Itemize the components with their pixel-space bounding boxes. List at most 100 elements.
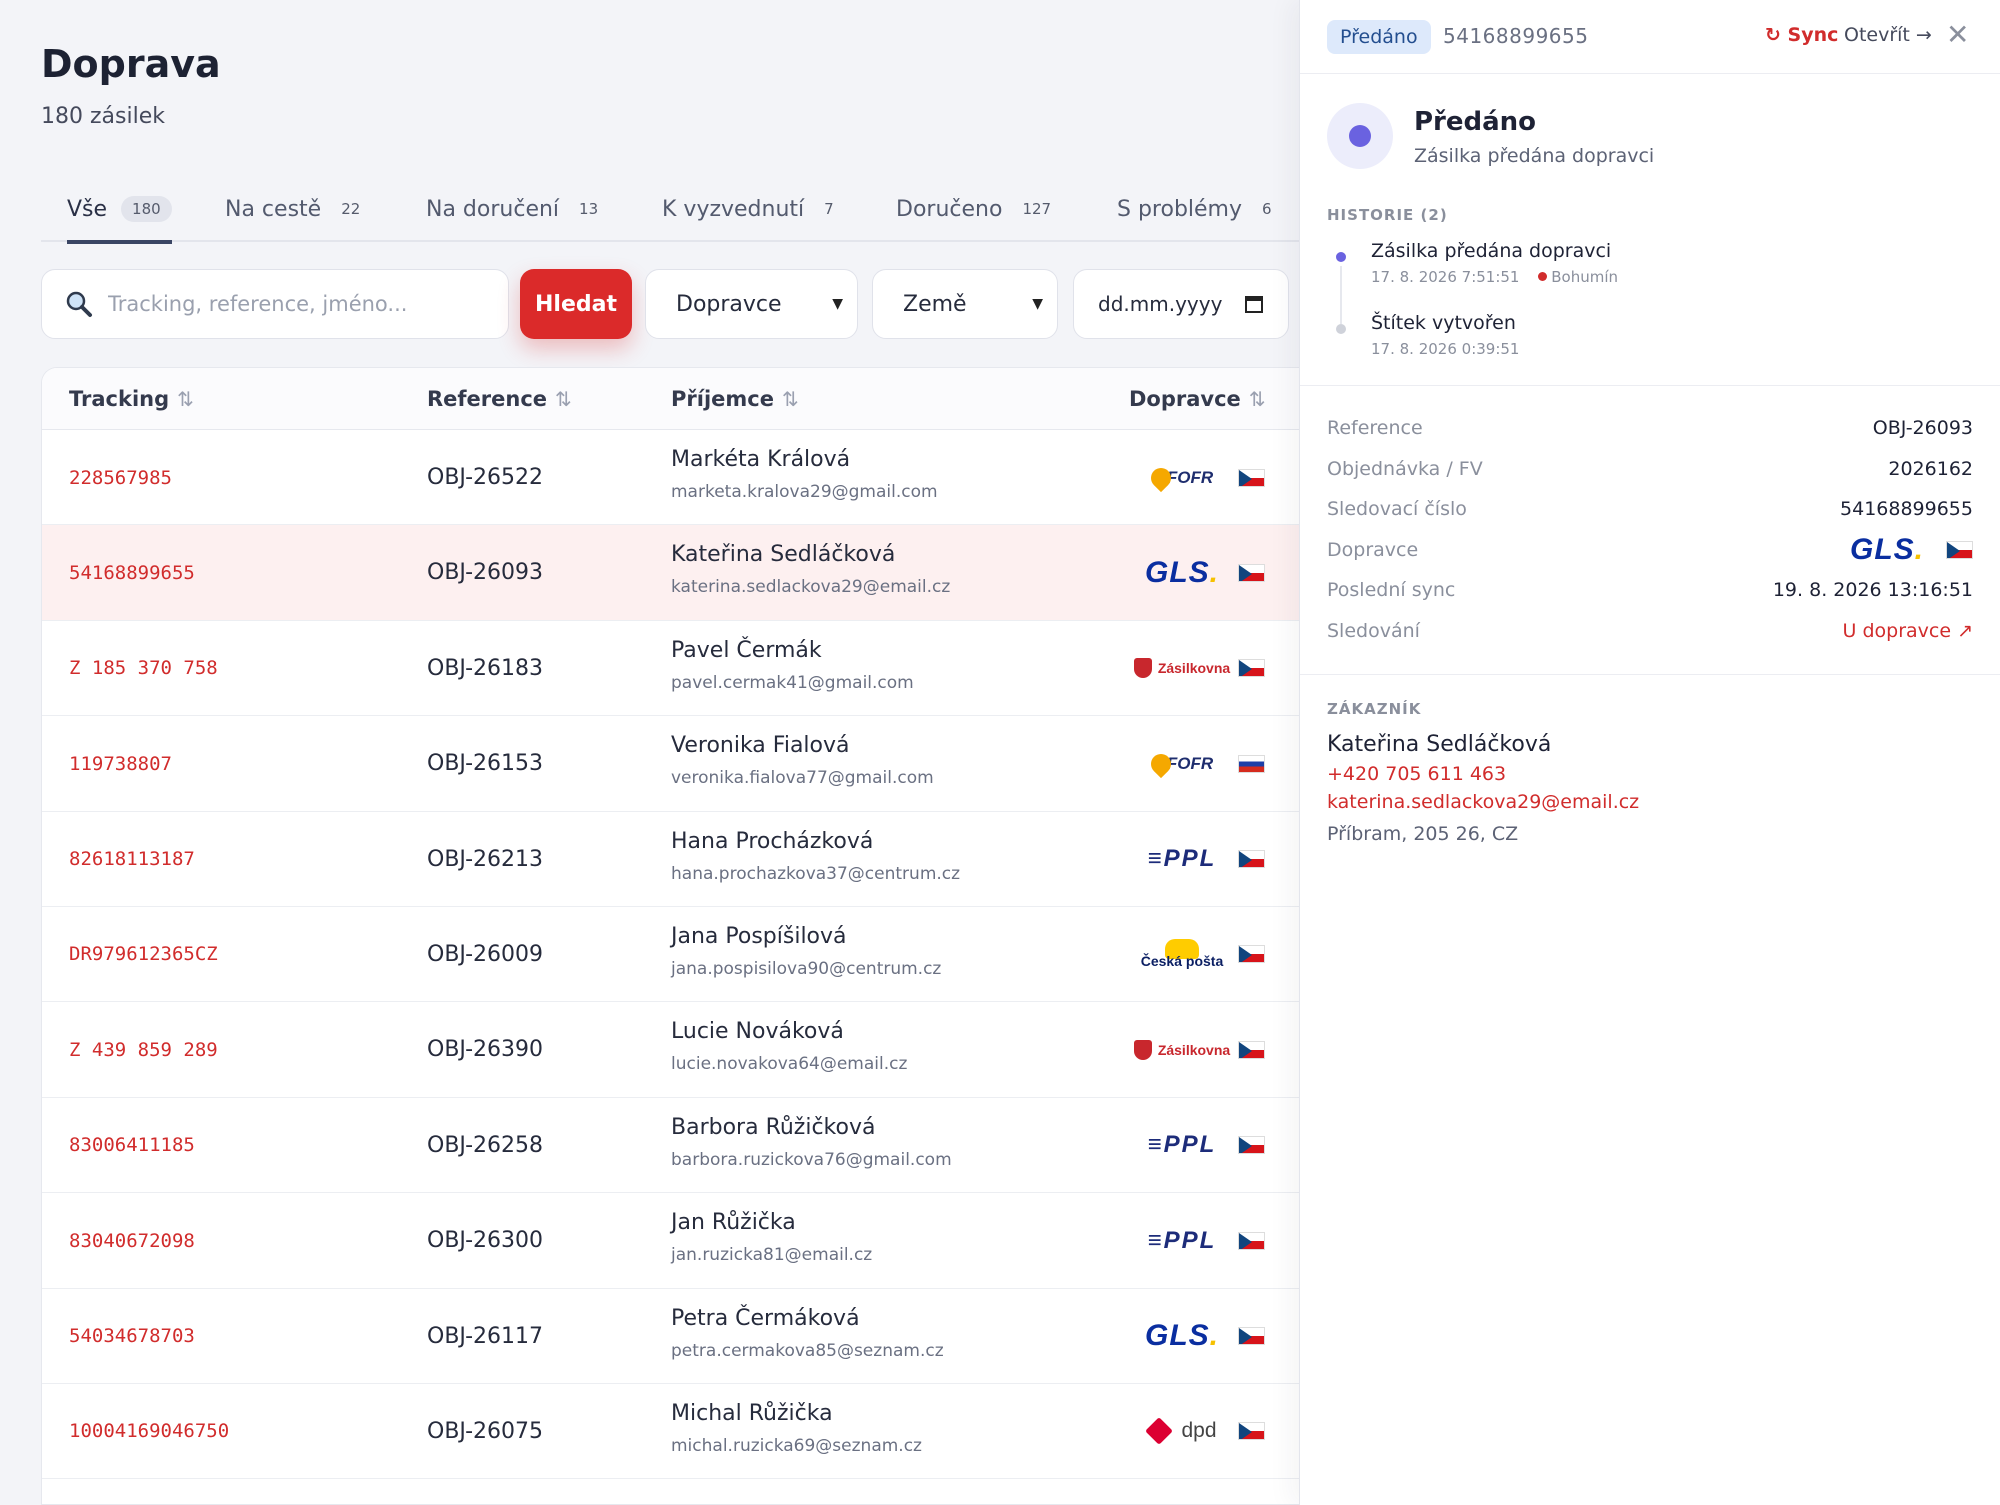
- column-label: Tracking: [69, 387, 170, 411]
- carrier-cell: dpd: [1127, 1384, 1237, 1479]
- info-label: Sledovací číslo: [1327, 498, 1467, 521]
- tab-in-transit[interactable]: Na cestě 22: [225, 176, 360, 242]
- recipient-cell: Pavel Čermák pavel.cermak41@gmail.com: [671, 638, 914, 693]
- history-meta: 17. 8. 2026 7:51:51 Bohumín: [1371, 268, 1977, 286]
- recipient-name: Petra Čermáková: [671, 1305, 860, 1331]
- chevron-down-icon: ▼: [1032, 296, 1043, 312]
- info-row-tracking: Sledovací číslo 54168899655: [1327, 489, 1973, 530]
- table-row[interactable]: 54168899655 OBJ-26093 Kateřina Sedláčková k…: [42, 525, 1299, 621]
- recipient-cell: Kateřina Sedláčková katerina.sedlackova29…: [671, 542, 950, 597]
- table-row[interactable]: Z 439 859 289 OBJ-26390 Lucie Nováková luci…: [42, 1002, 1299, 1098]
- country-select-value: Země: [903, 291, 967, 317]
- logo-text: GLS: [1144, 1319, 1210, 1353]
- flag-cz-icon: [1238, 1422, 1265, 1441]
- close-icon[interactable]: ✕: [1946, 18, 1969, 51]
- reference-cell: OBJ-26390: [427, 1037, 544, 1063]
- fofr-logo: FOFR: [1146, 463, 1213, 492]
- tab-problems[interactable]: S problémy 6: [1117, 176, 1272, 242]
- divider: [1300, 385, 2000, 386]
- carrier-select[interactable]: Dopravce ▼: [645, 269, 858, 339]
- table-row[interactable]: 10004169046750 OBJ-26075 Michal Růžička mic…: [42, 1384, 1299, 1480]
- date-input[interactable]: dd.mm.yyyy: [1073, 269, 1289, 339]
- tracking-link[interactable]: DR979612365CZ: [69, 907, 218, 1002]
- sync-button[interactable]: ↻ Sync: [1765, 24, 1838, 46]
- tracking-link[interactable]: 54034678703: [69, 1289, 195, 1384]
- history-title: Štítek vytvořen: [1371, 312, 1516, 334]
- table-row[interactable]: 54034678703 OBJ-26117 Petra Čermáková petra…: [42, 1289, 1299, 1384]
- flag-ru-icon: [1238, 754, 1265, 773]
- timeline-dot-icon: [1336, 324, 1346, 334]
- column-carrier[interactable]: Dopravce ⇅: [1129, 368, 1266, 430]
- search-button[interactable]: Hledat: [520, 269, 632, 339]
- logo-text: GLS: [1144, 555, 1210, 589]
- carrier-cell: ≡PPL: [1127, 1098, 1237, 1193]
- tracking-link[interactable]: 83040672098: [69, 1193, 195, 1288]
- carrier-select-value: Dopravce: [676, 291, 782, 317]
- customer-address: Příbram, 205 26, CZ: [1327, 823, 1519, 845]
- info-value: 54168899655: [1840, 498, 1973, 521]
- history-item: Zásilka předána dopravci 17. 8. 2026 7:5…: [1327, 240, 1977, 324]
- table-row[interactable]: Z 185 370 758 OBJ-26183 Pavel Čermák pavel.…: [42, 621, 1299, 717]
- table-row[interactable]: DR979612365CZ OBJ-26009 Jana Pospíšilová ja…: [42, 907, 1299, 1003]
- table-row[interactable]: 82618113187 OBJ-26213 Hana Procházková hana…: [42, 812, 1299, 907]
- open-button[interactable]: Otevřít →: [1844, 24, 1932, 46]
- recipient-name: Markéta Králová: [671, 447, 851, 472]
- flag-cz-icon: [1238, 468, 1265, 487]
- tab-delivered[interactable]: Doručeno 127: [896, 176, 1051, 242]
- tab-out-for-delivery[interactable]: Na doručení 13: [426, 176, 598, 242]
- date-placeholder: dd.mm.yyyy: [1098, 292, 1223, 316]
- search-box[interactable]: [41, 269, 509, 339]
- zasilkovna-logo: Zásilkovna: [1133, 658, 1230, 679]
- tab-count: 127: [1022, 200, 1052, 218]
- shipments-table: Tracking ⇅ Reference ⇅ Příjemce ⇅ Dopravce ⇅…: [41, 367, 1299, 1505]
- customer-email[interactable]: katerina.sedlackova29@email.cz: [1327, 791, 1639, 813]
- table-row[interactable]: 119738807 OBJ-26153 Veronika Fialová veroni…: [42, 716, 1299, 812]
- flag-cz-icon: [1238, 659, 1265, 678]
- page-subtitle: 180 zásilek: [41, 104, 165, 129]
- shipment-detail-panel: Předáno 54168899655 ↻ Sync Otevřít → ✕ P…: [1299, 0, 2000, 1505]
- customer-phone[interactable]: +420 705 611 463: [1327, 763, 1639, 785]
- calendar-icon[interactable]: [1244, 294, 1264, 314]
- info-row-last-sync: Poslední sync 19. 8. 2026 13:16:51: [1327, 570, 1973, 611]
- table-row[interactable]: 83006411185 OBJ-26258 Barbora Růžičková bar…: [42, 1098, 1299, 1194]
- reference-cell: OBJ-26258: [427, 1132, 544, 1158]
- recipient-email: hana.prochazkova37@centrum.cz: [671, 863, 961, 884]
- ppl-logo: ≡PPL: [1147, 1226, 1217, 1254]
- tab-count: 22: [341, 200, 361, 218]
- tab-all[interactable]: Vše 180: [67, 176, 172, 244]
- info-value: GLS.: [1850, 533, 1973, 567]
- carrier-cell: Česká pošta: [1127, 907, 1237, 1002]
- info-value: 2026162: [1888, 457, 1973, 480]
- column-label: Dopravce: [1129, 387, 1241, 411]
- table-header: Tracking ⇅ Reference ⇅ Příjemce ⇅ Dopravce ⇅: [42, 368, 1299, 430]
- info-label: Poslední sync: [1327, 579, 1456, 602]
- column-reference[interactable]: Reference ⇅: [427, 368, 572, 430]
- zasilkovna-logo: Zásilkovna: [1133, 1039, 1230, 1060]
- tracking-link[interactable]: Z 439 859 289: [69, 1002, 218, 1097]
- carrier-cell: FOFR: [1127, 430, 1237, 525]
- recipient-name: Hana Procházková: [671, 828, 874, 854]
- country-cell: [1238, 1002, 1265, 1097]
- tracking-link[interactable]: 83006411185: [69, 1098, 195, 1193]
- table-row[interactable]: 83040672098 OBJ-26300 Jan Růžička jan.ruzic…: [42, 1193, 1299, 1289]
- column-tracking[interactable]: Tracking ⇅: [69, 368, 194, 430]
- tracking-link[interactable]: 228567985: [69, 430, 172, 525]
- carrier-cell: ≡PPL: [1127, 812, 1237, 907]
- tracking-link[interactable]: 82618113187: [69, 812, 195, 907]
- tab-pickup[interactable]: K vyzvednutí 7: [662, 176, 834, 242]
- tracking-link[interactable]: 119738807: [69, 716, 172, 811]
- tracking-link[interactable]: Z 185 370 758: [69, 621, 218, 716]
- country-select[interactable]: Země ▼: [872, 269, 1058, 339]
- carrier-tracking-link[interactable]: U dopravce ↗: [1843, 620, 1974, 642]
- search-input[interactable]: [108, 292, 488, 316]
- tracking-link[interactable]: 54168899655: [69, 525, 195, 620]
- recipient-cell: Lucie Nováková lucie.novakova64@email.cz: [671, 1019, 907, 1074]
- recipient-name: Lucie Nováková: [671, 1019, 844, 1045]
- customer-name: Kateřina Sedláčková: [1327, 732, 1552, 757]
- tracking-link[interactable]: 10004169046750: [69, 1384, 229, 1479]
- column-recipient[interactable]: Příjemce ⇅: [671, 368, 799, 430]
- table-row[interactable]: 228567985 OBJ-26522 Markéta Králová marketa…: [42, 430, 1299, 526]
- recipient-email: veronika.fialova77@gmail.com: [671, 768, 934, 789]
- country-cell: [1238, 812, 1265, 907]
- customer-label: ZÁKAZNÍK: [1327, 700, 1422, 718]
